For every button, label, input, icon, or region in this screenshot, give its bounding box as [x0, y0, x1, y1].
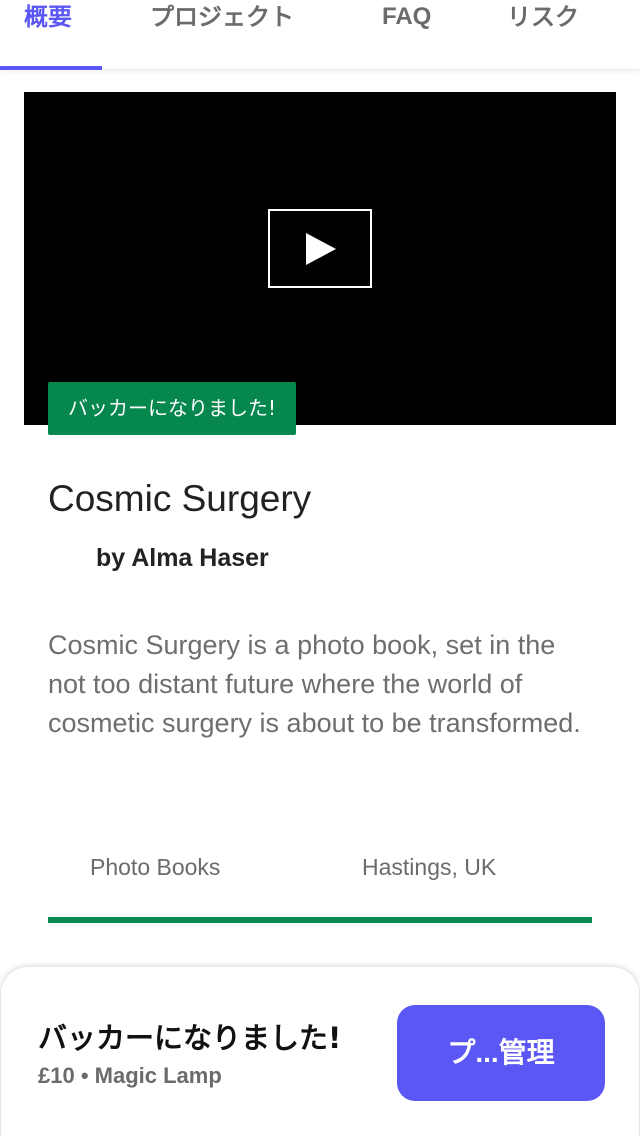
play-icon [306, 233, 336, 265]
manage-pledge-button[interactable]: プ...管理 [397, 1005, 605, 1101]
backing-status-panel: バッカーになりました! £10 • Magic Lamp プ...管理 [0, 966, 640, 1136]
project-title: Cosmic Surgery [48, 478, 312, 519]
active-tab-indicator [0, 66, 102, 70]
tab-risk[interactable]: リスク [507, 0, 579, 70]
creator-byline[interactable]: by Alma Haser [96, 544, 269, 573]
reward-summary: £10 • Magic Lamp [38, 1063, 222, 1088]
project-description: Cosmic Surgery is a photo book, set in t… [48, 630, 581, 738]
play-button[interactable] [268, 209, 372, 288]
project-location[interactable]: Hastings, UK [362, 854, 496, 881]
tab-project[interactable]: プロジェクト [150, 0, 294, 70]
backer-badge: バッカーになりました! [48, 382, 297, 435]
tab-overview[interactable]: 概要 [24, 0, 72, 70]
top-tab-bar: 概要 プロジェクト FAQ リスク [0, 0, 640, 70]
funding-progress-fill [48, 917, 592, 923]
project-video[interactable] [24, 92, 616, 425]
project-category[interactable]: Photo Books [90, 854, 220, 881]
backing-status: バッカーになりました! [38, 1021, 342, 1055]
funding-progress-bar [48, 917, 592, 923]
tab-faq[interactable]: FAQ [382, 0, 431, 70]
